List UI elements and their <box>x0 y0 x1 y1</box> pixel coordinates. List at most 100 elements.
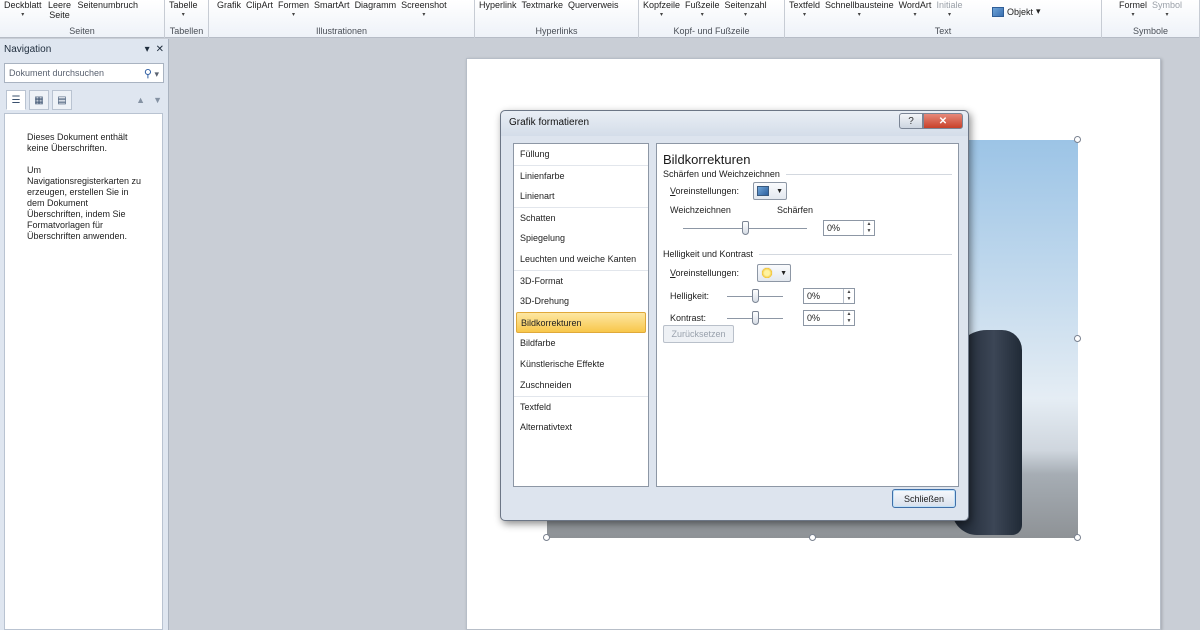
dropdown-arrow-icon: ▾ <box>1036 6 1041 16</box>
spin-down-icon[interactable]: ▼ <box>844 296 854 303</box>
spin-up-icon[interactable]: ▲ <box>844 289 854 296</box>
category-item[interactable]: Bildkorrekturen <box>516 312 646 333</box>
resize-handle-bottom[interactable] <box>809 534 816 541</box>
ribbon-button[interactable]: Fußzeile ▾ <box>685 0 720 24</box>
ribbon-button[interactable]: ClipArt <box>246 0 273 24</box>
ribbon-group: Deckblatt ▾ Leere Seite Seitenumbruch Seiten <box>0 0 165 38</box>
category-item[interactable]: Füllung <box>514 144 648 165</box>
pages-tab-icon[interactable]: ▦ <box>29 90 49 110</box>
ribbon-button-label: Diagramm <box>354 0 397 10</box>
chevron-down-icon: ▼ <box>780 269 787 277</box>
category-item[interactable]: Bildfarbe <box>514 333 648 354</box>
category-item[interactable]: Schatten <box>514 207 648 228</box>
help-button[interactable]: ? <box>899 113 923 129</box>
ribbon-button[interactable]: WordArt ▾ <box>899 0 932 24</box>
spin-up-icon[interactable]: ▲ <box>844 311 854 318</box>
category-item[interactable]: Textfeld <box>514 396 648 417</box>
navigation-title: Navigation <box>4 43 52 55</box>
category-item[interactable]: Alternativtext <box>514 417 648 438</box>
ribbon-button[interactable]: Seitenumbruch <box>78 0 139 24</box>
ribbon-button-label: Initiale <box>936 0 963 10</box>
resize-handle-bottom-left[interactable] <box>543 534 550 541</box>
object-button[interactable]: Objekt ▾ <box>992 6 1041 17</box>
resize-handle-right[interactable] <box>1074 335 1081 342</box>
search-options-icon[interactable]: ▾ <box>154 69 159 79</box>
close-icon[interactable]: ✕ <box>923 113 963 129</box>
ribbon-group: Formel ▾ Symbol ▾ Symbole <box>1102 0 1200 38</box>
previous-heading-icon[interactable]: ▲ <box>136 95 145 105</box>
ribbon-button[interactable]: Textmarke <box>522 0 564 24</box>
sharpen-presets-dropdown[interactable]: ▼ <box>753 182 787 200</box>
dropdown-arrow-icon: ▾ <box>700 12 704 18</box>
sharpen-value-field[interactable]: 0% ▲ ▼ <box>823 220 875 236</box>
results-tab-icon[interactable]: ▤ <box>52 90 72 110</box>
ribbon-button[interactable]: Querverweis <box>568 0 619 24</box>
ribbon-button[interactable]: Tabelle ▾ <box>169 0 198 24</box>
ribbon-group: Textfeld ▾ Schnellbausteine ▾ WordArt ▾ Initia… <box>785 0 1102 38</box>
ribbon-button[interactable]: Diagramm <box>355 0 397 24</box>
ribbon-button-label: Tabelle <box>169 0 198 10</box>
ribbon-button[interactable]: Deckblatt ▾ <box>4 0 42 24</box>
dropdown-arrow-icon: ▾ <box>803 12 807 18</box>
ribbon-button[interactable]: Grafik <box>217 0 241 24</box>
ribbon-button[interactable]: Leere Seite <box>47 0 73 24</box>
category-item[interactable]: Leuchten und weiche Kanten <box>514 249 648 270</box>
sharpen-row: 0% ▲ ▼ <box>663 217 952 241</box>
ribbon-button[interactable]: Seitenzahl ▾ <box>725 0 767 24</box>
category-item[interactable]: Linienart <box>514 186 648 207</box>
contrast-slider[interactable] <box>752 311 759 325</box>
category-item[interactable]: Künstlerische Effekte <box>514 354 648 375</box>
ribbon-button[interactable]: Hyperlink <box>479 0 517 24</box>
close-button[interactable]: Schließen <box>892 489 956 508</box>
category-item[interactable]: 3D-Drehung <box>514 291 648 312</box>
ribbon-button[interactable]: Textfeld ▾ <box>789 0 820 24</box>
next-heading-icon[interactable]: ▼ <box>153 95 162 105</box>
brightness-value-field[interactable]: 0% ▲ ▼ <box>803 288 855 304</box>
ribbon: Deckblatt ▾ Leere Seite Seitenumbruch Seiten… <box>0 0 1200 38</box>
ribbon-button[interactable]: Initiale ▾ <box>936 0 962 24</box>
search-placeholder: Dokument durchsuchen <box>9 68 105 78</box>
resize-handle-bottom-right[interactable] <box>1074 534 1081 541</box>
ribbon-button[interactable]: Kopfzeile ▾ <box>643 0 680 24</box>
ribbon-button-label: Textmarke <box>521 0 564 10</box>
pane-options-icon[interactable]: ▾ <box>145 44 150 55</box>
brightness-slider[interactable] <box>752 289 759 303</box>
ribbon-button-label: Querverweis <box>568 0 619 10</box>
ribbon-button-label: Leere Seite <box>48 0 72 20</box>
search-icon[interactable]: ⚲ <box>144 68 152 80</box>
category-item[interactable]: 3D-Format <box>514 270 648 291</box>
ribbon-group: Tabelle ▾ Tabellen <box>165 0 209 38</box>
ribbon-button[interactable]: Symbol ▾ <box>1152 0 1182 24</box>
brightness-presets-dropdown[interactable]: ▼ <box>757 264 791 282</box>
ribbon-group-name: Illustrationen <box>315 26 368 36</box>
ribbon-button[interactable]: Formel ▾ <box>1119 0 1147 24</box>
document-search-input[interactable]: Dokument durchsuchen ⚲ ▾ <box>4 63 164 83</box>
ribbon-button[interactable]: SmartArt <box>314 0 350 24</box>
category-item[interactable]: Zuschneiden <box>514 375 648 396</box>
category-item[interactable]: Linienfarbe <box>514 165 648 186</box>
presets-label: Voreinstellungen: <box>670 268 740 278</box>
ribbon-group: Hyperlink Textmarke Querverweis Hyperlinks <box>475 0 639 38</box>
resize-handle-top-right[interactable] <box>1074 136 1081 143</box>
picture-icon <box>757 186 769 196</box>
contrast-label: Kontrast: <box>670 313 707 323</box>
dropdown-arrow-icon: ▾ <box>1131 12 1135 18</box>
ribbon-button[interactable]: Schnellbausteine ▾ <box>825 0 894 24</box>
close-pane-icon[interactable]: ✕ <box>156 44 164 55</box>
navigation-header: Navigation ▾ ✕ <box>0 39 168 59</box>
ribbon-group-name: Tabellen <box>169 26 204 36</box>
spin-up-icon[interactable]: ▲ <box>864 221 874 228</box>
ribbon-button[interactable]: Screenshot ▾ <box>401 0 447 24</box>
category-item[interactable]: Spiegelung <box>514 228 648 249</box>
sharpen-slider[interactable] <box>742 221 749 235</box>
spin-down-icon[interactable]: ▼ <box>844 318 854 325</box>
spin-down-icon[interactable]: ▼ <box>864 228 874 235</box>
dropdown-arrow-icon: ▾ <box>744 12 748 18</box>
ribbon-button[interactable]: Formen ▾ <box>278 0 309 24</box>
contrast-value: 0% <box>807 313 821 323</box>
headings-tab-icon[interactable]: ☰ <box>6 90 26 110</box>
contrast-value-field[interactable]: 0% ▲ ▼ <box>803 310 855 326</box>
ribbon-group: Kopfzeile ▾ Fußzeile ▾ Seitenzahl ▾ Kopf- und … <box>639 0 785 38</box>
format-picture-dialog: Grafik formatieren ? ✕ Füllung Linienfarb… <box>500 110 969 521</box>
reset-button[interactable]: Zurücksetzen <box>663 325 734 343</box>
